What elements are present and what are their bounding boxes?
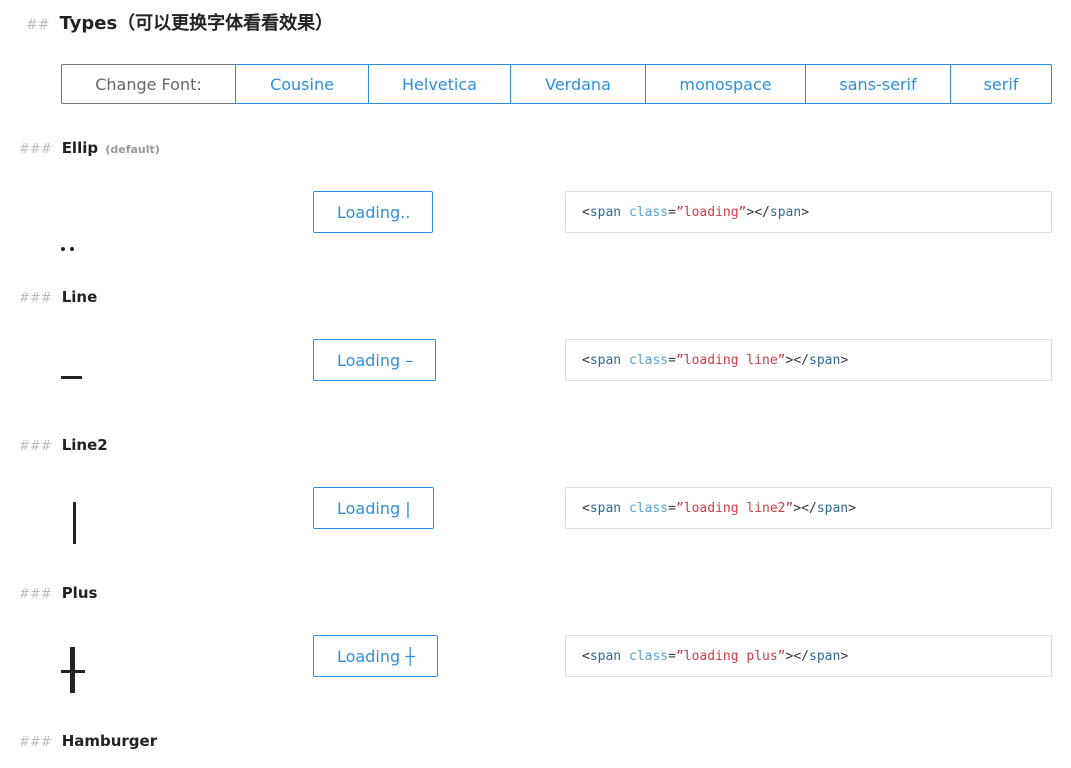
code-token: span	[589, 648, 622, 664]
code-token: span	[589, 204, 622, 220]
font-option-cousine[interactable]: Cousine	[236, 65, 368, 103]
code-token: <	[582, 500, 590, 516]
code-token: span	[809, 648, 841, 664]
code-token: class	[628, 648, 669, 664]
section-hash: ###	[19, 587, 52, 602]
loading-plus-button[interactable]: Loading ┼	[313, 635, 438, 677]
section-title: Plus	[61, 584, 98, 602]
heading-title: Types（可以更换字体看看效果）	[59, 13, 334, 34]
section-heading-plus: ### Plus	[19, 584, 97, 602]
vertical-line-icon	[73, 502, 76, 544]
font-option-verdana[interactable]: Verdana	[510, 65, 645, 103]
code-token: ></	[793, 500, 817, 516]
code-token: =	[668, 648, 676, 664]
line-icon	[61, 376, 82, 379]
code-token: =	[668, 204, 676, 220]
code-token: ”loading line”	[675, 352, 786, 368]
dots-icon	[61, 236, 74, 255]
loading-line-button[interactable]: Loading –	[313, 339, 437, 381]
code-token: class	[628, 500, 669, 516]
code-snippet-ellip: < span class = ”loading” ></span >	[565, 191, 1052, 233]
code-token: ></	[746, 204, 770, 220]
section-hash: ###	[19, 142, 52, 157]
loading-ellip-button[interactable]: Loading..	[313, 191, 434, 233]
font-option-serif[interactable]: serif	[950, 65, 1051, 103]
section-heading-hamburger: ### Hamburger	[19, 732, 157, 750]
code-snippet-line2: < span class = ”loading line2” ></span >	[565, 487, 1052, 529]
section-heading-line2: ### Line2	[19, 436, 108, 454]
code-snippet-plus: < span class = ”loading plus” ></span >	[565, 635, 1052, 677]
font-options: Cousine Helvetica Verdana monospace sans…	[235, 64, 1052, 104]
code-token: <	[582, 352, 590, 368]
plus-icon	[61, 647, 85, 693]
code-token: class	[628, 204, 669, 220]
code-token: ”loading”	[675, 204, 747, 220]
code-token: ></	[785, 648, 809, 664]
section-hash: ###	[19, 291, 52, 306]
code-token: ></	[785, 352, 809, 368]
code-token: ”loading line2”	[675, 500, 794, 516]
section-hash: ###	[19, 439, 52, 454]
section-title: Line2	[61, 436, 108, 454]
section-title: Ellip	[61, 139, 99, 157]
code-token: =	[668, 500, 676, 516]
font-switcher: Change Font: Cousine Helvetica Verdana m…	[61, 64, 1052, 104]
code-token: span	[816, 500, 849, 516]
code-token: =	[668, 352, 676, 368]
section-hash: ###	[19, 735, 52, 750]
code-token: ”loading plus”	[675, 648, 786, 664]
code-snippet-line: < span class = ”loading line” ></span >	[565, 339, 1052, 381]
section-note: (default)	[105, 143, 160, 156]
loading-line2-button[interactable]: Loading |	[313, 487, 434, 529]
heading-hash: ##	[26, 17, 50, 33]
code-token: >	[840, 648, 849, 664]
font-option-sans-serif[interactable]: sans-serif	[805, 65, 950, 103]
section-title: Line	[61, 288, 98, 306]
code-token: class	[628, 352, 669, 368]
section-heading-line: ### Line	[19, 288, 97, 306]
code-token: <	[582, 648, 590, 664]
code-token: >	[848, 500, 856, 516]
font-switcher-label: Change Font:	[95, 74, 202, 94]
section-heading-ellip: ### Ellip (default)	[19, 139, 160, 157]
section-title: Hamburger	[61, 732, 158, 750]
font-option-helvetica[interactable]: Helvetica	[368, 65, 510, 103]
code-token: span	[769, 204, 802, 220]
code-token: >	[840, 352, 849, 368]
code-token: span	[589, 352, 622, 368]
page-heading: ## Types（可以更换字体看看效果）	[26, 9, 333, 35]
code-token: span	[809, 352, 841, 368]
code-token: >	[801, 204, 810, 220]
code-token: span	[589, 500, 622, 516]
code-token: <	[582, 204, 590, 220]
font-option-monospace[interactable]: monospace	[645, 65, 805, 103]
